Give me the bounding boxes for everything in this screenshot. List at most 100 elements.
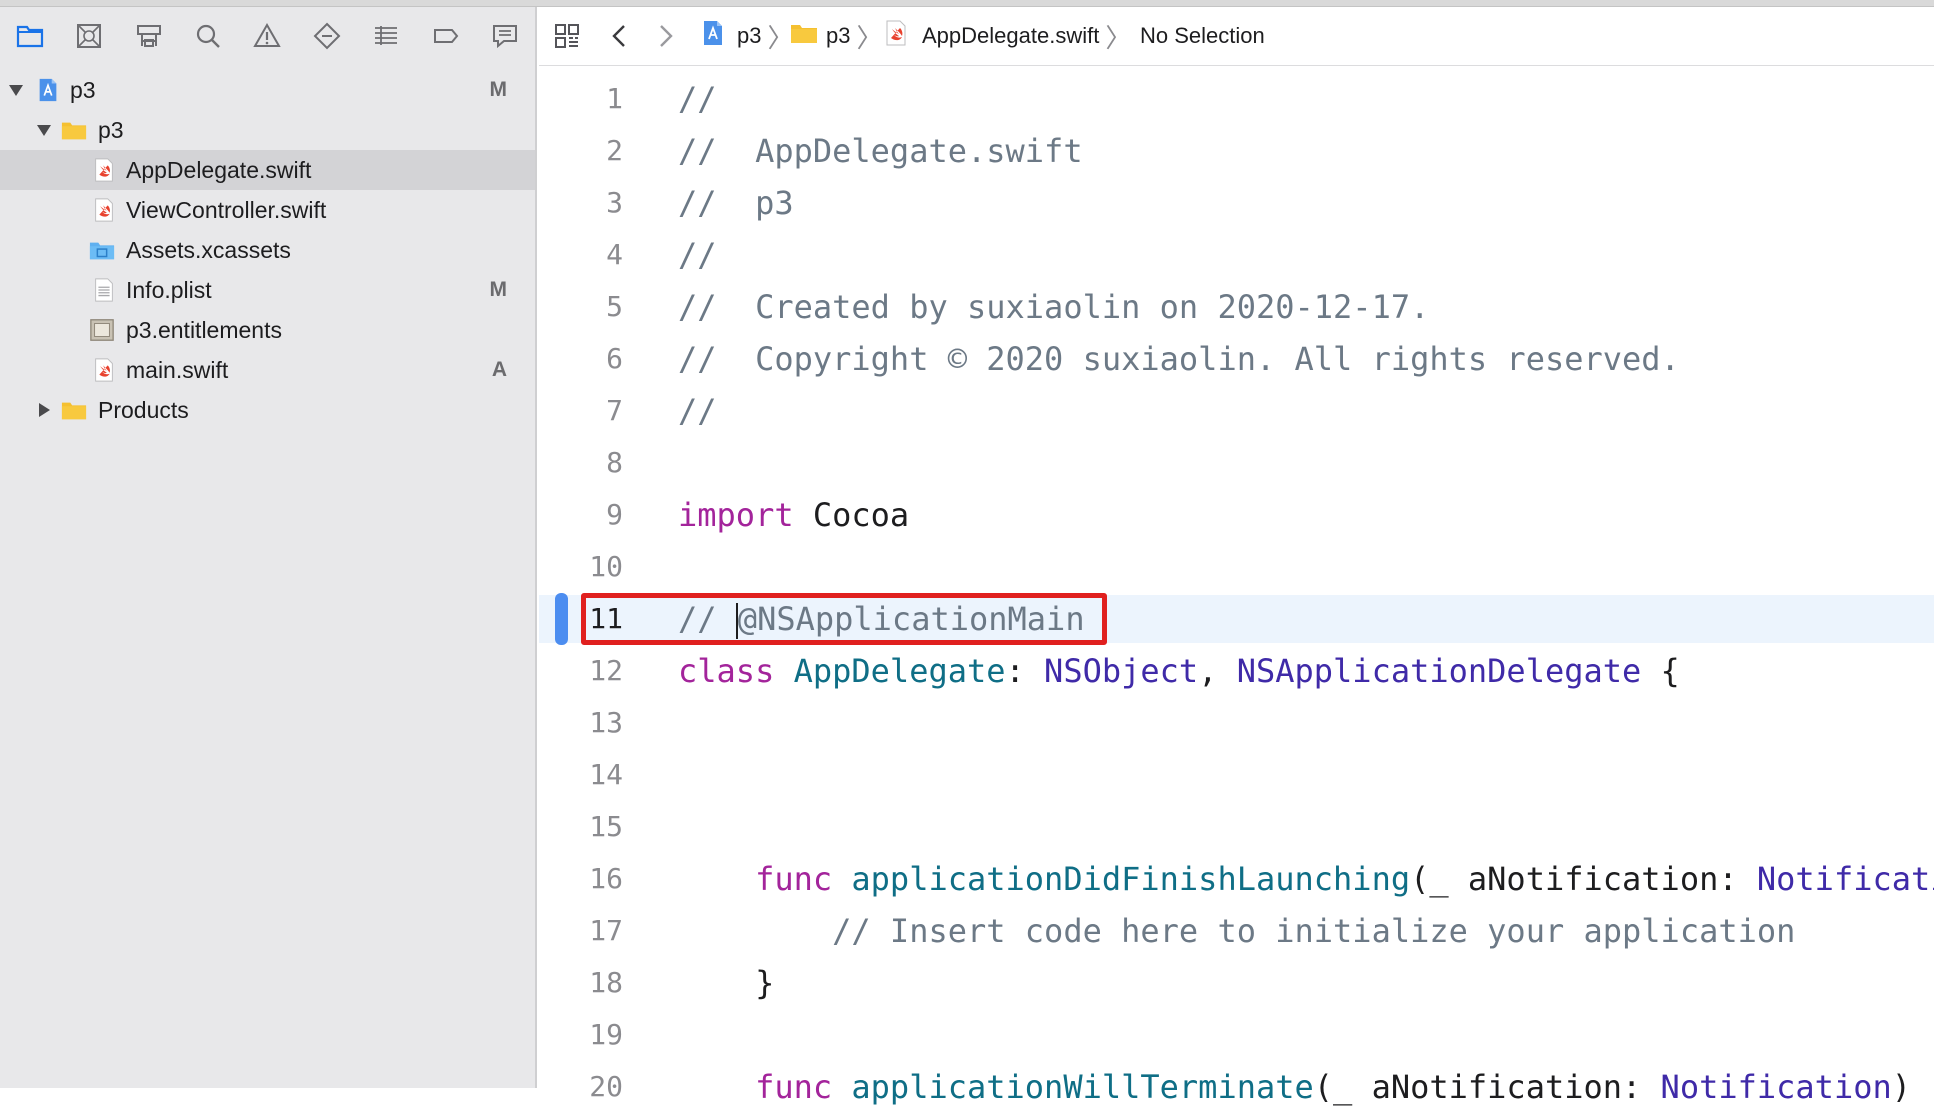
code-text: } — [678, 959, 774, 1007]
line-number: 17 — [589, 914, 623, 947]
code-line[interactable]: 16 func applicationDidFinishLaunching(_ … — [539, 855, 1934, 903]
code-line[interactable]: 4 // — [539, 231, 1934, 279]
disclosure-collapsed-icon[interactable] — [34, 400, 54, 420]
file-label: p3.entitlements — [126, 316, 282, 343]
code-text: // — [678, 387, 717, 435]
debug-icon[interactable] — [357, 7, 416, 65]
line-number: 3 — [606, 186, 623, 219]
jump-crumb-project[interactable]: p3 〉 — [699, 7, 794, 65]
code-comment: // Copyright © 2020 suxiaolin. All right… — [678, 340, 1680, 378]
code-text: // Copyright © 2020 suxiaolin. All right… — [678, 335, 1680, 383]
tree-row-project[interactable]: p3 M — [0, 70, 535, 110]
crumb-separator-icon: 〉 — [1105, 22, 1132, 53]
swift-file-icon — [91, 196, 117, 224]
code-type: Notification — [1660, 1068, 1892, 1106]
code-keyword: class — [678, 652, 775, 690]
code-line[interactable]: 14 — [539, 751, 1934, 799]
breakpoint-nav-icon[interactable] — [416, 7, 475, 65]
back-arrow-icon[interactable] — [606, 7, 634, 65]
line-number: 1 — [606, 82, 623, 115]
code-line[interactable]: 15 — [539, 803, 1934, 851]
code-text: // p3 — [678, 179, 794, 227]
code-line[interactable]: 6 // Copyright © 2020 suxiaolin. All righ… — [539, 335, 1934, 383]
code-comment: // — [678, 392, 717, 430]
code-line[interactable]: 3 // p3 — [539, 179, 1934, 227]
code-text: // Created by suxiaolin on 2020-12-17. — [678, 283, 1429, 331]
code-line[interactable]: 7 // — [539, 387, 1934, 435]
code-line[interactable]: 17 // Insert code here to initialize you… — [539, 907, 1934, 955]
tree-row-file[interactable]: main.swift A — [0, 350, 535, 390]
tree-row-file[interactable]: Info.plist M — [0, 270, 535, 310]
crumb-label: AppDelegate.swift — [922, 23, 1100, 48]
code-plain: , — [1198, 652, 1237, 690]
annotation-highlight-box — [581, 593, 1107, 645]
entitlements-file-icon — [89, 316, 115, 344]
jump-bar: p3 〉 p3 〉 AppDelegate.swift 〉 No Selecti… — [539, 7, 1934, 66]
symbol-navigator-icon[interactable] — [119, 7, 178, 65]
breakpoint-marker[interactable] — [555, 593, 568, 645]
disclosure-expanded-icon[interactable] — [6, 80, 26, 100]
code-keyword: func — [755, 860, 833, 898]
line-number: 12 — [589, 654, 623, 687]
code-keyword: func — [755, 1068, 833, 1106]
code-line[interactable]: 11// @NSApplicationMain — [539, 593, 1934, 645]
code-line[interactable]: 2 // AppDelegate.swift — [539, 127, 1934, 175]
file-label: main.swift — [126, 356, 229, 383]
code-text: // AppDelegate.swift — [678, 127, 1083, 175]
line-number: 19 — [589, 1018, 623, 1051]
code-line[interactable]: 19 — [539, 1011, 1934, 1059]
asset-catalog-icon — [89, 236, 115, 264]
code-plain: } — [678, 964, 775, 1002]
jump-crumb-group[interactable]: p3 〉 — [790, 7, 883, 65]
tree-row-group[interactable]: p3 — [0, 110, 535, 150]
disclosure-expanded-icon[interactable] — [34, 120, 54, 140]
line-number: 10 — [589, 550, 623, 583]
code-line[interactable]: 5 // Created by suxiaolin on 2020-12-17. — [539, 283, 1934, 331]
code-plain: Cocoa — [793, 496, 910, 534]
issue-icon[interactable] — [238, 7, 297, 65]
folder-icon — [790, 19, 818, 53]
line-number: 9 — [606, 498, 623, 531]
tree-row-file[interactable]: Assets.xcassets — [0, 230, 535, 270]
code-plain: ) - — [1891, 1068, 1934, 1106]
code-line[interactable]: 1 // — [539, 75, 1934, 123]
line-number: 14 — [589, 758, 623, 791]
tree-row-file[interactable]: AppDelegate.swift — [0, 150, 535, 190]
code-line[interactable]: 20 func applicationWillTerminate(_ aNoti… — [539, 1063, 1934, 1111]
related-items-icon[interactable] — [553, 7, 581, 65]
crumb-separator-icon: 〉 — [856, 22, 883, 53]
code-text: class AppDelegate: NSObject, NSApplicati… — [678, 647, 1680, 695]
code-comment: // p3 — [678, 184, 794, 222]
code-type: NSApplicationDelegate — [1236, 652, 1642, 690]
code-text: func applicationWillTerminate(_ aNotific… — [678, 1063, 1934, 1111]
tree-row-file[interactable]: ViewController.swift — [0, 190, 535, 230]
folder-icon — [61, 116, 87, 144]
line-number: 13 — [589, 706, 623, 739]
code-line[interactable]: 13 — [539, 699, 1934, 747]
code-line[interactable]: 10 — [539, 543, 1934, 591]
line-number: 7 — [606, 394, 623, 427]
test-icon[interactable] — [297, 7, 356, 65]
forward-arrow-icon[interactable] — [651, 7, 679, 65]
source-control-icon[interactable] — [59, 7, 118, 65]
scm-status-badge: A — [491, 358, 507, 381]
tree-row-group[interactable]: Products — [0, 390, 535, 430]
line-number: 5 — [606, 290, 623, 323]
code-line[interactable]: 12 class AppDelegate: NSObject, NSApplica… — [539, 647, 1934, 695]
folder-icon — [61, 396, 87, 424]
code-line[interactable]: 9 import Cocoa — [539, 491, 1934, 539]
tree-row-file[interactable]: p3.entitlements — [0, 310, 535, 350]
jump-crumb-file[interactable]: AppDelegate.swift 〉 — [882, 7, 1131, 65]
report-icon[interactable] — [476, 7, 535, 65]
jump-crumb-symbol[interactable]: No Selection — [1140, 7, 1265, 65]
code-identifier: AppDelegate — [774, 652, 1006, 690]
project-navigator-icon[interactable] — [0, 7, 59, 65]
code-line[interactable]: 8 — [539, 439, 1934, 487]
code-line[interactable]: 18 } — [539, 959, 1934, 1007]
navigator-sidebar: p3 M p3 AppDelegate.swift ViewController… — [0, 7, 537, 1088]
file-label: Info.plist — [126, 276, 212, 303]
line-number: 15 — [589, 810, 623, 843]
find-icon[interactable] — [178, 7, 237, 65]
crumb-label: p3 — [826, 23, 851, 48]
file-label: Assets.xcassets — [126, 236, 291, 263]
